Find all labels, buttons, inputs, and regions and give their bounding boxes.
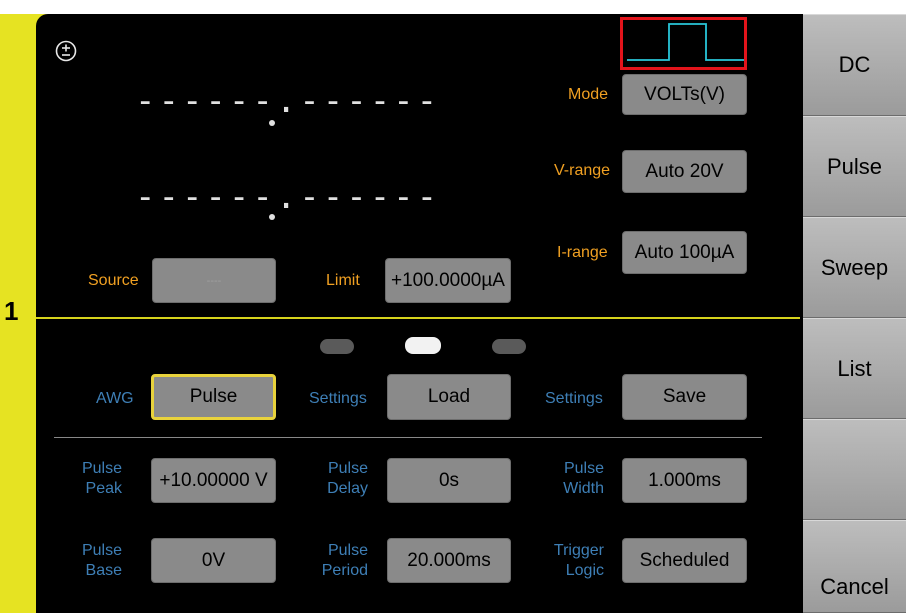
mode-label: Mode [568, 86, 609, 103]
i-range-label: I-range [557, 244, 608, 261]
pulse-period-field[interactable]: 20.000ms [387, 538, 511, 583]
channel-number: 1 [4, 296, 19, 326]
pulse-period-label-line1: Pulse [327, 542, 368, 559]
pulse-delay-field[interactable]: 0s [387, 458, 511, 503]
pulse-peak-label-line1: Pulse [81, 460, 122, 477]
pulse-base-field[interactable]: 0V [151, 538, 276, 583]
pulse-width-label-line2: Width [563, 480, 604, 497]
load-button[interactable]: Load [387, 374, 511, 420]
decimal-point [269, 120, 275, 126]
pulse-period-label: Pulse Period [300, 541, 368, 581]
cancel-button[interactable]: Cancel [803, 520, 906, 613]
pulse-waveform-icon[interactable] [620, 17, 747, 70]
empty-softkey[interactable] [803, 419, 906, 520]
sweep-button[interactable]: Sweep [803, 217, 906, 318]
pulse-width-label: Pulse Width [536, 459, 604, 499]
trigger-logic-label-line1: Trigger [553, 542, 604, 559]
pulse-peak-field[interactable]: +10.00000 V [151, 458, 276, 503]
pulse-section-divider [54, 437, 762, 438]
measurement-reading-bottom: ------.------ [135, 177, 441, 217]
page-indicator-dot[interactable] [320, 339, 354, 354]
v-range-label: V-range [554, 162, 611, 179]
pulse-peak-label-line2: Peak [85, 480, 122, 497]
v-range-field[interactable]: Auto 20V [622, 150, 747, 193]
plus-minus-icon[interactable] [55, 40, 77, 62]
save-button[interactable]: Save [622, 374, 747, 420]
page-indicator-dot-active[interactable] [405, 337, 441, 354]
pulse-base-label-line1: Pulse [81, 542, 122, 559]
mode-field[interactable]: VOLTs(V) [622, 74, 747, 115]
limit-label: Limit [326, 272, 360, 289]
pulse-delay-label: Pulse Delay [300, 459, 368, 499]
pulse-peak-label: Pulse Peak [60, 459, 122, 499]
settings-load-label: Settings [309, 390, 367, 407]
pulse-width-field[interactable]: 1.000ms [622, 458, 747, 503]
decimal-point [269, 214, 275, 220]
source-label: Source [88, 272, 139, 289]
pulse-mode-button[interactable]: Pulse [803, 116, 906, 217]
pulse-period-label-line2: Period [321, 562, 368, 579]
trigger-logic-label-line2: Logic [565, 562, 604, 579]
pulse-base-label-line2: Base [85, 562, 122, 579]
awg-field[interactable]: Pulse [151, 374, 276, 420]
pulse-delay-label-line2: Delay [327, 480, 368, 497]
dc-button[interactable]: DC [803, 14, 906, 116]
measurement-reading-top: ------.------ [135, 81, 441, 121]
list-button[interactable]: List [803, 318, 906, 419]
settings-save-label: Settings [545, 390, 603, 407]
i-range-field[interactable]: Auto 100µA [622, 231, 747, 274]
pulse-base-label: Pulse Base [60, 541, 122, 581]
trigger-logic-field[interactable]: Scheduled [622, 538, 747, 583]
pulse-delay-label-line1: Pulse [327, 460, 368, 477]
pulse-width-label-line1: Pulse [563, 460, 604, 477]
trigger-logic-label: Trigger Logic [536, 541, 604, 581]
source-field[interactable]: ---- [152, 258, 276, 303]
page-indicator-dot[interactable] [492, 339, 526, 354]
limit-field[interactable]: +100.0000µA [385, 258, 511, 303]
section-divider [36, 317, 800, 319]
awg-label: AWG [96, 390, 134, 407]
